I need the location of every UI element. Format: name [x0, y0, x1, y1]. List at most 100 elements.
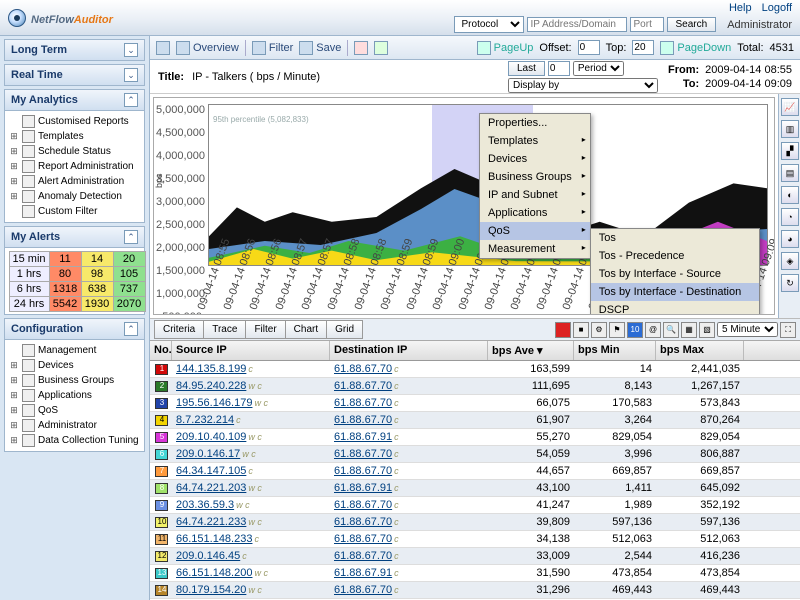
config-item[interactable]: ⊞Administrator — [9, 418, 140, 433]
dest-ip-link[interactable]: 61.88.67.70 — [334, 550, 392, 562]
tab-filter[interactable]: Filter — [245, 320, 285, 339]
analytics-item[interactable]: ⊞Anomaly Detection — [9, 189, 140, 204]
logoff-link[interactable]: Logoff — [762, 2, 792, 14]
period-select[interactable]: Period — [573, 61, 624, 76]
submenu-item[interactable]: Tos by Interface - Destination — [591, 283, 759, 301]
source-ip-link[interactable]: 84.95.240.228 — [176, 380, 246, 392]
tab-chart[interactable]: Chart — [285, 320, 327, 339]
overview-button[interactable]: Overview — [176, 41, 239, 55]
table-row[interactable]: 9203.36.59.3w c61.88.67.70c41,2471,98935… — [150, 497, 800, 514]
grid-icon[interactable]: ▦ — [681, 322, 697, 338]
chart-donut-icon[interactable]: ◕ — [781, 230, 799, 248]
pageup-button[interactable]: PageUp — [477, 41, 534, 55]
panel-config[interactable]: Configuration⌃ — [4, 318, 145, 340]
last-button[interactable]: Last — [508, 61, 545, 76]
port-input[interactable] — [630, 17, 664, 32]
table-row[interactable]: 6209.0.146.17w c61.88.67.70c54,0593,9968… — [150, 446, 800, 463]
dest-ip-link[interactable]: 61.88.67.91 — [334, 431, 392, 443]
alert-cell[interactable]: 737 — [113, 281, 146, 297]
ip-input[interactable] — [527, 17, 627, 32]
at-icon[interactable]: @ — [645, 322, 661, 338]
submenu-item[interactable]: DSCP — [591, 301, 759, 315]
alert-period[interactable]: 15 min — [9, 251, 50, 267]
table-row[interactable]: 1064.74.221.233w c61.88.67.70c39,809597,… — [150, 514, 800, 531]
submenu-item[interactable]: Tos - Precedence — [591, 247, 759, 265]
config-item[interactable]: ⊞QoS — [9, 403, 140, 418]
submenu-item[interactable]: Tos — [591, 229, 759, 247]
source-ip-link[interactable]: 64.34.147.105 — [176, 465, 246, 477]
alert-cell[interactable]: 80 — [49, 266, 82, 282]
config-item[interactable]: ⊞Devices — [9, 358, 140, 373]
back-icon[interactable] — [156, 41, 170, 55]
alert-cell[interactable]: 11 — [49, 251, 82, 267]
dest-ip-link[interactable]: 61.88.67.70 — [334, 499, 392, 511]
col-header[interactable]: No. — [150, 341, 172, 360]
dest-ip-link[interactable]: 61.88.67.91 — [334, 567, 392, 579]
submenu-item[interactable]: Tos by Interface - Source — [591, 265, 759, 283]
source-ip-link[interactable]: 66.151.148.233 — [176, 533, 252, 545]
source-ip-link[interactable]: 203.36.59.3 — [176, 499, 234, 511]
chart-pie-icon[interactable]: ◐ — [781, 186, 799, 204]
table-row[interactable]: 5209.10.40.109w c61.88.67.91c55,270829,0… — [150, 429, 800, 446]
source-ip-link[interactable]: 80.179.154.20 — [176, 584, 246, 596]
source-ip-link[interactable]: 195.56.146.179 — [176, 397, 252, 409]
source-ip-link[interactable]: 209.0.146.17 — [176, 448, 240, 460]
display-select[interactable]: Display by — [508, 78, 658, 93]
analytics-item[interactable]: ⊞Alert Administration — [9, 174, 140, 189]
excel-icon[interactable] — [374, 41, 388, 55]
source-ip-link[interactable]: 209.10.40.109 — [176, 431, 246, 443]
source-ip-link[interactable]: 209.0.146.45 — [176, 550, 240, 562]
help-link[interactable]: Help — [729, 2, 752, 14]
table-row[interactable]: 48.7.232.214c61.88.67.70c61,9073,264870,… — [150, 412, 800, 429]
menu-item[interactable]: Properties... — [480, 114, 590, 132]
menu-item[interactable]: IP and Subnet▸ — [480, 186, 590, 204]
table-row[interactable]: 764.34.147.105c61.88.67.70c44,657669,857… — [150, 463, 800, 480]
table-row[interactable]: 3195.56.146.179w c61.88.67.70c66,075170,… — [150, 395, 800, 412]
table-row[interactable]: 1144.135.8.199c61.88.67.70c163,599142,44… — [150, 361, 800, 378]
chart-line-icon[interactable]: 📈 — [781, 98, 799, 116]
protocol-select[interactable]: Protocol — [454, 16, 524, 33]
alert-cell[interactable]: 1318 — [49, 281, 82, 297]
alert-cell[interactable]: 1930 — [81, 296, 114, 312]
config-item[interactable]: Management — [9, 343, 140, 358]
save-button[interactable]: Save — [299, 41, 341, 55]
source-ip-link[interactable]: 66.151.148.200 — [176, 567, 252, 579]
dest-ip-link[interactable]: 61.88.67.70 — [334, 516, 392, 528]
col-header[interactable]: Source IP — [172, 341, 330, 360]
menu-item[interactable]: Templates▸ — [480, 132, 590, 150]
dest-ip-link[interactable]: 61.88.67.70 — [334, 533, 392, 545]
dest-ip-link[interactable]: 61.88.67.70 — [334, 414, 392, 426]
menu-item[interactable]: QoS▸ — [480, 222, 590, 240]
col-header[interactable]: Destination IP — [330, 341, 488, 360]
chart-3d-icon[interactable]: ◈ — [781, 252, 799, 270]
alert-cell[interactable]: 638 — [81, 281, 114, 297]
config-item[interactable]: ⊞Data Collection Tuning — [9, 433, 140, 448]
table-row[interactable]: 1166.151.148.233c61.88.67.70c34,138512,0… — [150, 531, 800, 548]
stop-icon[interactable]: ■ — [573, 322, 589, 338]
source-ip-link[interactable]: 64.74.221.233 — [176, 516, 246, 528]
table-row[interactable]: 864.74.221.203w c61.88.67.91c43,1001,411… — [150, 480, 800, 497]
col-header[interactable]: bps Ave ▾ — [488, 341, 574, 360]
dest-ip-link[interactable]: 61.88.67.70 — [334, 465, 392, 477]
alert-period[interactable]: 6 hrs — [9, 281, 50, 297]
col-header[interactable]: bps Max — [656, 341, 744, 360]
config-item[interactable]: ⊞Business Groups — [9, 373, 140, 388]
interval-select[interactable]: 5 Minute — [717, 322, 778, 337]
alert-cell[interactable]: 2070 — [113, 296, 146, 312]
analytics-item[interactable]: ⊞Schedule Status — [9, 144, 140, 159]
analytics-item[interactable]: Custom Filter — [9, 204, 140, 219]
col-header[interactable]: bps Min — [574, 341, 656, 360]
chart-bar-icon[interactable]: ▥ — [781, 120, 799, 138]
chart-refresh-icon[interactable]: ↻ — [781, 274, 799, 292]
alert-cell[interactable]: 20 — [113, 251, 146, 267]
badge-icon[interactable]: 10 — [627, 322, 643, 338]
menu-item[interactable]: Devices▸ — [480, 150, 590, 168]
filter-button[interactable]: Filter — [252, 41, 293, 55]
record-icon[interactable] — [555, 322, 571, 338]
alert-period[interactable]: 1 hrs — [9, 266, 50, 282]
zoom-icon[interactable]: 🔍 — [663, 322, 679, 338]
alert-cell[interactable]: 5542 — [49, 296, 82, 312]
dest-ip-link[interactable]: 61.88.67.70 — [334, 584, 392, 596]
alert-period[interactable]: 24 hrs — [9, 296, 50, 312]
panel-real-time[interactable]: Real Time⌄ — [4, 64, 145, 86]
